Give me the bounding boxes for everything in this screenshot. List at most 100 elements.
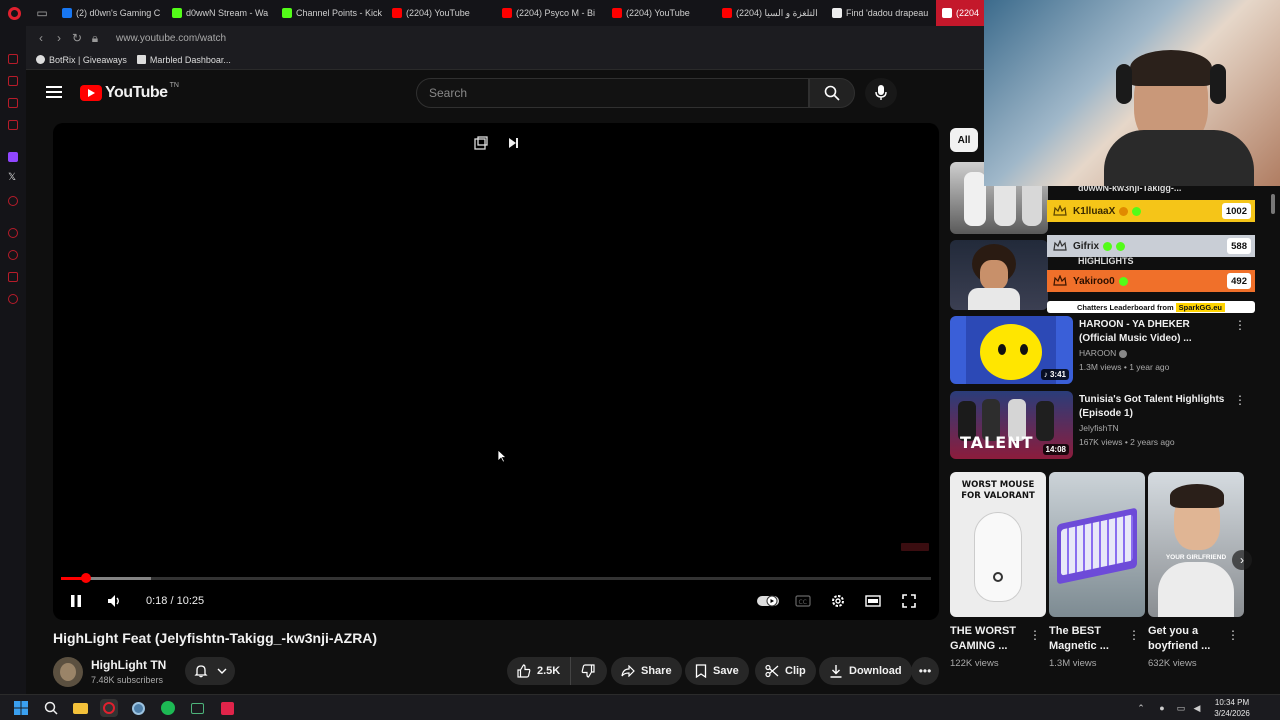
settings-icon[interactable] xyxy=(8,294,18,304)
windows-start-icon[interactable] xyxy=(12,699,30,717)
subscription-bell-button[interactable] xyxy=(185,657,235,685)
dislike-button[interactable] xyxy=(571,657,605,685)
channel-avatar[interactable] xyxy=(53,657,83,687)
app-icon[interactable] xyxy=(218,699,236,717)
bookmark-icon xyxy=(695,664,707,678)
aria-icon[interactable] xyxy=(8,54,18,64)
twitch-icon[interactable] xyxy=(8,152,18,162)
channel-name[interactable]: HighLight TN xyxy=(91,658,166,672)
spotify-icon[interactable] xyxy=(159,699,177,717)
leaderboard-score: 492 xyxy=(1227,273,1251,289)
reload-icon[interactable]: ↻ xyxy=(68,31,86,45)
browser-tab[interactable]: (2) d0wn's Gaming C xyxy=(56,0,166,26)
search-button[interactable] xyxy=(809,78,855,108)
chip-all[interactable]: All xyxy=(950,128,978,152)
scrubber-handle[interactable] xyxy=(81,573,92,583)
search-input[interactable] xyxy=(417,79,808,107)
like-button[interactable]: 2.5K xyxy=(507,657,572,685)
recommendation-item[interactable]: ♪ 3:41 HAROON - YA DHEKER (Official Musi… xyxy=(950,316,1246,384)
youtube-music-icon[interactable] xyxy=(8,196,18,206)
recommendation-title[interactable]: HIGHLIGHTS xyxy=(1078,256,1134,266)
shorts-thumbnail[interactable] xyxy=(1049,472,1145,617)
page-scrollbar[interactable] xyxy=(1270,186,1276,686)
video-player[interactable]: 0:18 / 10:25 CC xyxy=(53,123,939,620)
tab-label: التلغزة و السيا (2204) xyxy=(736,7,818,18)
bookmark-botrix[interactable]: BotRix | Giveaways xyxy=(36,55,127,65)
forward-icon[interactable]: › xyxy=(50,31,68,45)
more-actions-button[interactable]: ••• xyxy=(911,657,939,685)
miniplayer-icon[interactable] xyxy=(471,135,491,151)
speaker-icon[interactable]: ◀ xyxy=(1188,699,1206,717)
duration-badge: 14:08 xyxy=(1042,444,1069,455)
taskbar-search-icon[interactable] xyxy=(42,699,60,717)
tab-switcher-icon[interactable]: ▭ xyxy=(28,0,56,26)
share-button[interactable]: Share xyxy=(611,657,682,685)
shorts-thumbnail[interactable]: WORST MOUSE FOR VALORANT xyxy=(950,472,1046,617)
browser-tab[interactable]: (2204) YouTube xyxy=(606,0,716,26)
clock-icon[interactable] xyxy=(8,250,18,260)
gear-icon xyxy=(832,595,844,607)
shorts-next-arrow-icon[interactable]: › xyxy=(1232,550,1252,570)
clip-button[interactable]: Clip xyxy=(755,657,816,685)
bag-icon[interactable] xyxy=(8,76,18,86)
history-icon[interactable] xyxy=(8,228,18,238)
microphone-icon[interactable]: ● xyxy=(1153,699,1171,717)
news-icon[interactable] xyxy=(8,120,18,130)
menu-icon[interactable] xyxy=(46,86,62,98)
opera-gx-icon[interactable] xyxy=(100,699,118,717)
file-explorer-icon[interactable] xyxy=(71,699,89,717)
fullscreen-button[interactable] xyxy=(899,591,919,611)
subscribe-watermark[interactable] xyxy=(901,543,929,551)
autoplay-toggle[interactable] xyxy=(756,591,780,611)
wallet-icon[interactable] xyxy=(8,98,18,108)
recommendation-meta: 1.3M views • 1 year ago xyxy=(1079,362,1170,372)
recommendation-thumbnail[interactable] xyxy=(950,240,1048,310)
cube-icon[interactable] xyxy=(8,272,18,282)
bookmark-label: BotRix | Giveaways xyxy=(49,54,127,65)
save-button[interactable]: Save xyxy=(685,657,749,685)
shorts-thumbnail[interactable]: YOUR GIRLFRIEND xyxy=(1148,472,1244,617)
kebab-menu-icon[interactable]: ⋮ xyxy=(1234,393,1246,407)
recommendation-thumbnail[interactable]: ♪ 3:41 xyxy=(950,316,1073,384)
bookmark-marbled[interactable]: Marbled Dashboar... xyxy=(136,55,231,65)
pause-button[interactable] xyxy=(67,591,85,611)
browser-tab[interactable]: Channel Points - Kick xyxy=(276,0,386,26)
opera-logo-icon[interactable] xyxy=(0,0,28,26)
theater-mode-button[interactable] xyxy=(863,591,883,611)
voice-search-button[interactable] xyxy=(865,78,897,108)
download-button[interactable]: Download xyxy=(819,657,912,685)
app-icon[interactable] xyxy=(188,699,206,717)
kebab-menu-icon[interactable]: ⋮ xyxy=(1029,628,1041,642)
browser-tab[interactable]: Find 'dadou drapeau xyxy=(826,0,936,26)
kebab-menu-icon[interactable]: ⋮ xyxy=(1234,318,1246,332)
kebab-menu-icon[interactable]: ⋮ xyxy=(1128,628,1140,642)
recommendation-thumbnail[interactable]: TALENT 14:08 xyxy=(950,391,1073,459)
url-field[interactable]: www.youtube.com/watch xyxy=(116,33,226,44)
scrollbar-thumb[interactable] xyxy=(1271,194,1275,214)
shorts-title[interactable]: Get you a boyfriend ... xyxy=(1148,624,1228,654)
progress-bar[interactable] xyxy=(61,573,931,583)
youtube-icon xyxy=(392,8,402,18)
browser-tab[interactable]: التلغزة و السيا (2204) xyxy=(716,0,826,26)
browser-tab[interactable]: (2204) Psyco M - Bi xyxy=(496,0,606,26)
captions-button[interactable]: CC xyxy=(793,591,813,611)
chevron-down-icon xyxy=(217,668,226,674)
app-icon[interactable] xyxy=(129,699,147,717)
youtube-logo[interactable]: YouTube TN xyxy=(80,82,179,102)
kebab-menu-icon[interactable]: ⋮ xyxy=(1227,628,1239,642)
browser-tab[interactable]: (2204) YouTube xyxy=(386,0,496,26)
pause-icon xyxy=(71,595,81,607)
x-icon[interactable]: 𝕏 xyxy=(8,172,16,183)
recommendation-item[interactable]: TALENT 14:08 Tunisia's Got Talent Highli… xyxy=(950,391,1246,459)
next-video-icon[interactable] xyxy=(503,135,523,151)
system-clock[interactable]: 10:34 PM 3/24/2026 xyxy=(1205,697,1259,719)
shorts-title[interactable]: THE WORST GAMING ... xyxy=(950,624,1030,654)
settings-button[interactable] xyxy=(828,591,848,611)
chevron-up-icon[interactable]: ⌃ xyxy=(1132,699,1150,717)
back-icon[interactable]: ‹ xyxy=(32,31,50,45)
browser-tab[interactable]: d0wwN Stream - Wa xyxy=(166,0,276,26)
shorts-title[interactable]: The BEST Magnetic ... xyxy=(1049,624,1129,654)
volume-button[interactable] xyxy=(105,591,123,611)
thumbs-down-icon xyxy=(581,664,595,678)
webcam-overlay xyxy=(984,0,1280,186)
